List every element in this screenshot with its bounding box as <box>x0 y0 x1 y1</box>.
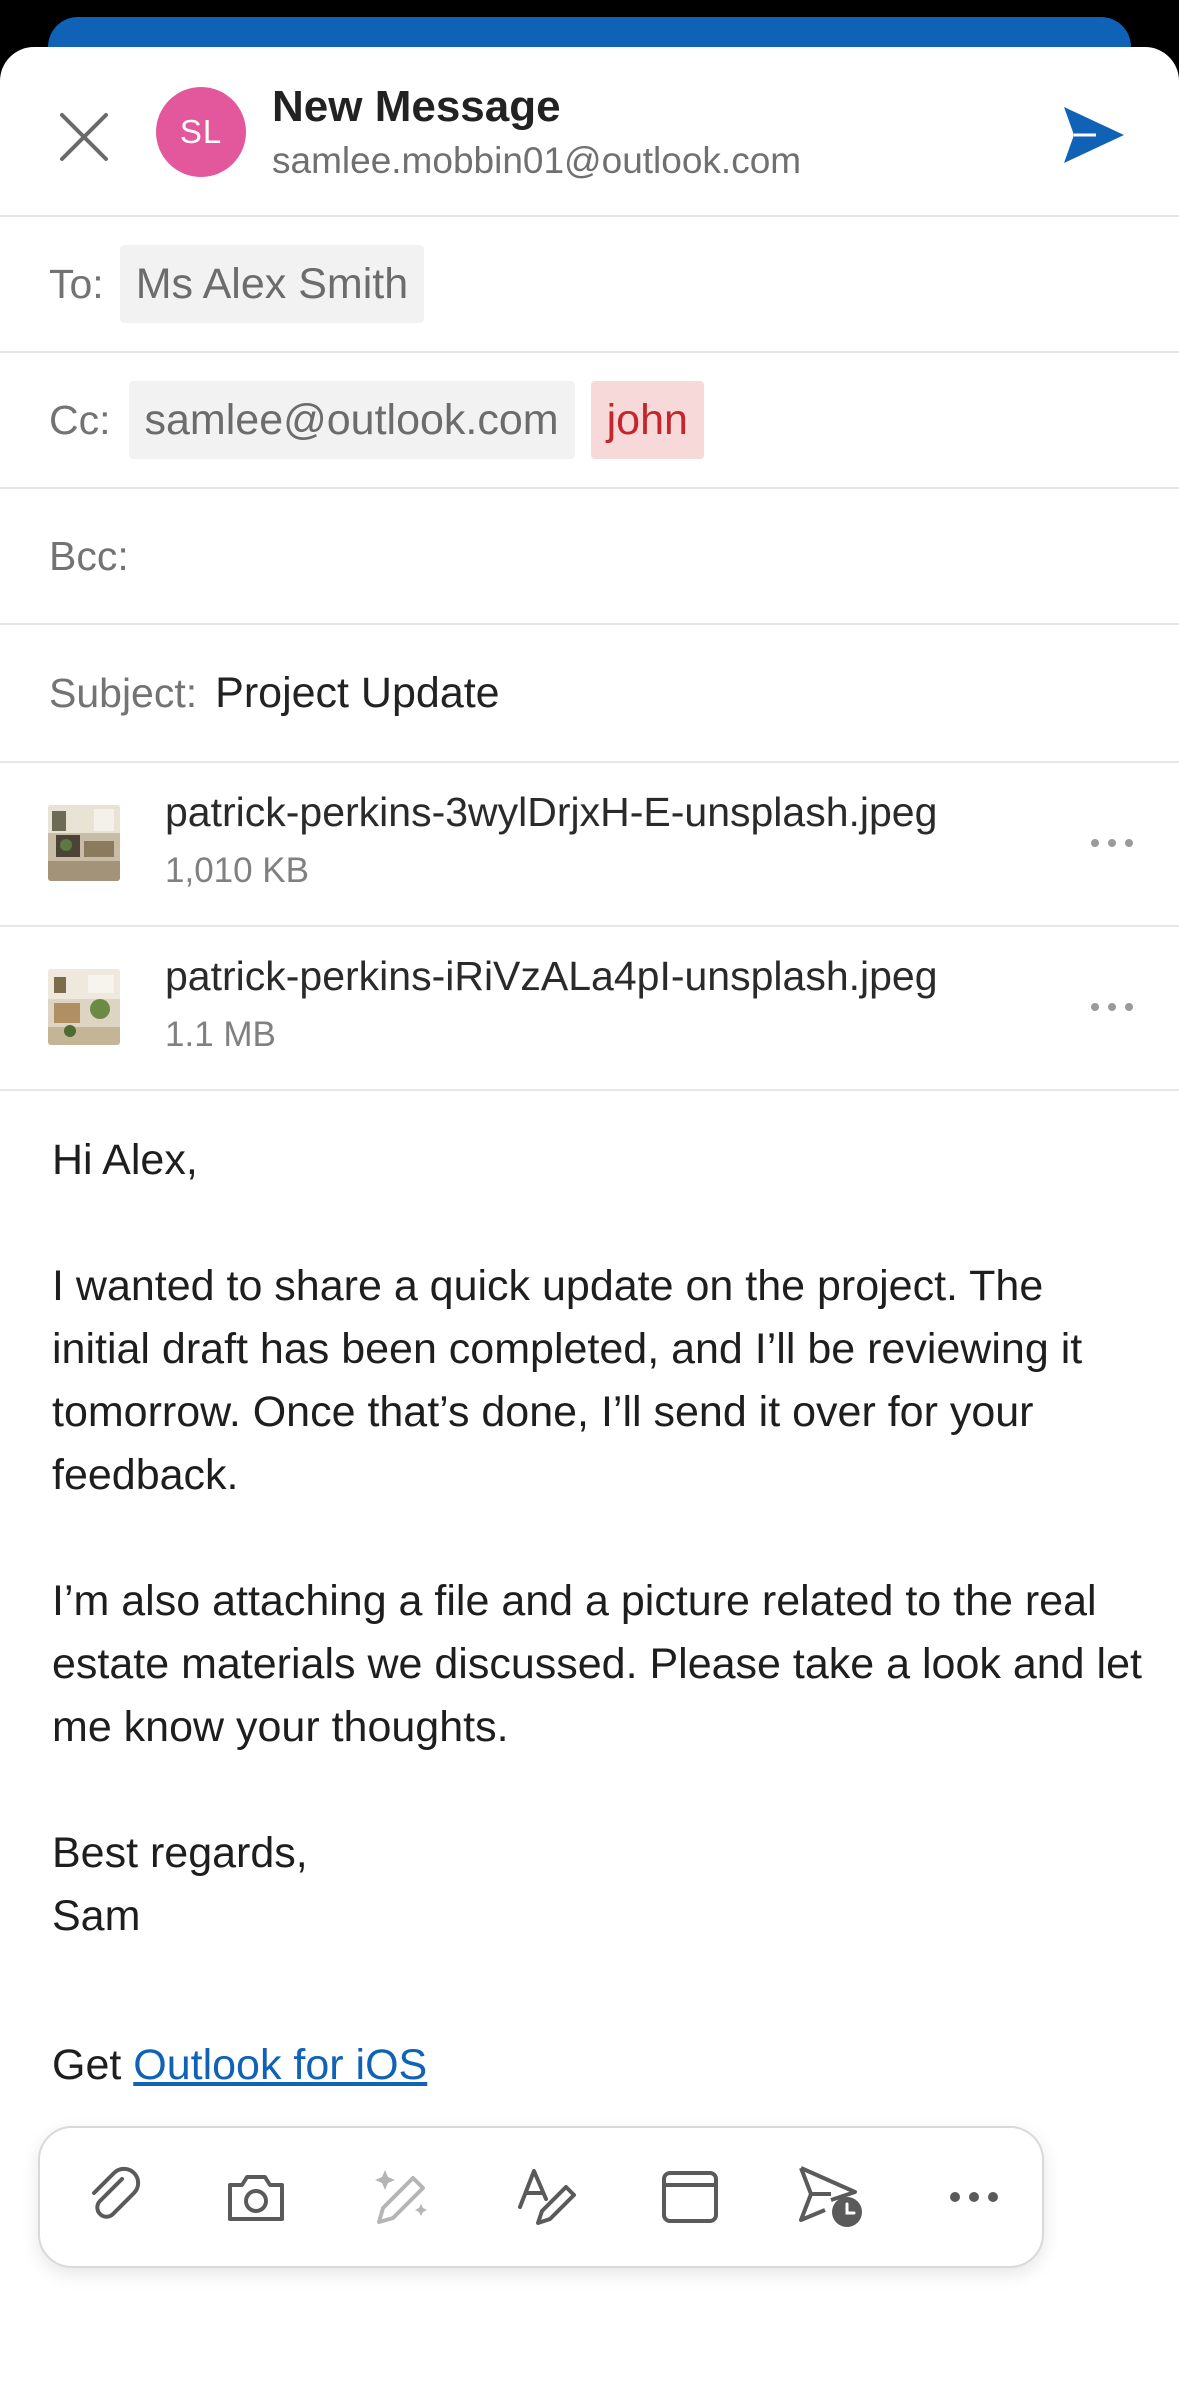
camera-button[interactable] <box>216 2157 296 2237</box>
cc-row[interactable]: Cc: samlee@outlook.com john <box>0 353 1179 489</box>
attachment-more-button[interactable] <box>1084 987 1140 1027</box>
compose-toolbar <box>38 2126 1044 2268</box>
calendar-button[interactable] <box>650 2157 730 2237</box>
to-label: To: <box>49 260 104 307</box>
message-body[interactable]: Hi Alex, I wanted to share a quick updat… <box>52 1129 1142 1948</box>
schedule-send-button[interactable] <box>792 2157 872 2237</box>
subject-row[interactable]: Subject: Project Update <box>0 625 1179 763</box>
invalid-recipient-chip[interactable]: john <box>590 381 704 459</box>
recipient-chip[interactable]: Ms Alex Smith <box>119 245 425 323</box>
attachment-more-button[interactable] <box>1084 823 1140 863</box>
outlook-ios-link[interactable]: Outlook for iOS <box>133 2041 427 2089</box>
signature-prefix: Get <box>52 2041 134 2089</box>
attachment-thumbnail <box>48 805 120 881</box>
send-button[interactable] <box>1058 99 1130 171</box>
page-title: New Message <box>272 82 561 131</box>
compose-sheet: SL New Message samlee.mobbin01@outlook.c… <box>0 47 1179 2396</box>
subject-label: Subject: <box>49 669 198 716</box>
copilot-draft-button[interactable] <box>360 2157 440 2237</box>
send-icon <box>1064 107 1124 163</box>
close-button[interactable] <box>50 103 118 171</box>
format-text-icon <box>518 2169 576 2225</box>
cc-label: Cc: <box>49 396 111 443</box>
attach-file-button[interactable] <box>74 2157 154 2237</box>
ai-sparkle-pen-icon <box>375 2170 427 2224</box>
body-greeting: Hi Alex, <box>52 1136 198 1184</box>
bcc-row[interactable]: Bcc: <box>0 489 1179 625</box>
attachment-name: patrick-perkins-iRiVzALa4pI-unsplash.jpe… <box>165 953 938 999</box>
attachment-item[interactable]: patrick-perkins-iRiVzALa4pI-unsplash.jpe… <box>0 927 1179 1091</box>
attachment-size: 1.1 MB <box>165 1015 276 1054</box>
attachment-size: 1,010 KB <box>165 851 309 890</box>
schedule-send-icon <box>799 2166 862 2227</box>
close-icon <box>60 113 108 161</box>
email-signature: Get Outlook for iOS <box>52 2041 427 2090</box>
body-paragraph: I wanted to share a quick update on the … <box>52 1262 1083 1499</box>
paperclip-icon <box>92 2166 141 2219</box>
bcc-label: Bcc: <box>49 532 129 579</box>
more-options-button[interactable] <box>934 2157 1014 2237</box>
attachment-item[interactable]: patrick-perkins-3wylDrjxH-E-unsplash.jpe… <box>0 763 1179 927</box>
format-text-button[interactable] <box>506 2157 586 2237</box>
sender-account[interactable]: samlee.mobbin01@outlook.com <box>272 140 801 182</box>
attachment-name: patrick-perkins-3wylDrjxH-E-unsplash.jpe… <box>165 789 938 835</box>
more-icon <box>950 2192 998 2202</box>
attachment-thumbnail <box>48 969 120 1045</box>
calendar-icon <box>662 2171 718 2223</box>
compose-header: SL New Message samlee.mobbin01@outlook.c… <box>0 47 1179 217</box>
body-closing: Best regards, <box>52 1829 308 1877</box>
account-avatar: SL <box>156 87 246 177</box>
body-paragraph: I’m also attaching a file and a picture … <box>52 1577 1142 1751</box>
body-sender-name: Sam <box>52 1892 141 1940</box>
camera-icon <box>228 2175 284 2221</box>
recipient-chip[interactable]: samlee@outlook.com <box>128 381 575 459</box>
more-icon <box>1091 839 1133 847</box>
subject-field[interactable]: Project Update <box>215 669 499 718</box>
to-row[interactable]: To: Ms Alex Smith <box>0 217 1179 353</box>
more-icon <box>1091 1003 1133 1011</box>
